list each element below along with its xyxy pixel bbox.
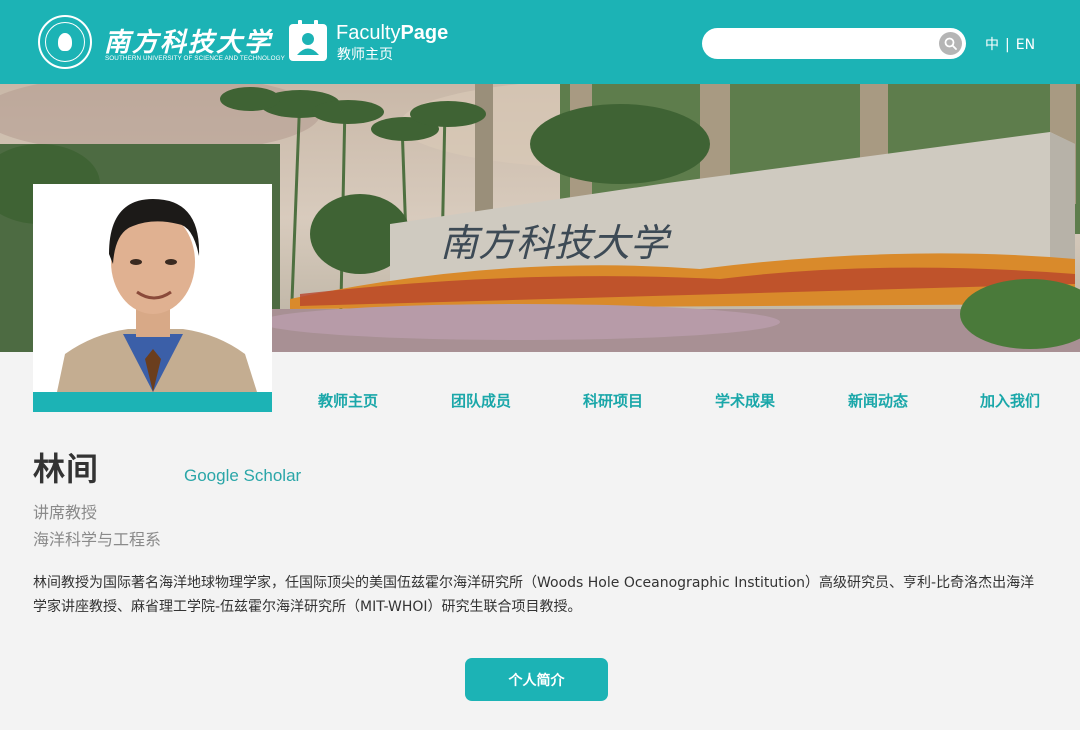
nav-item-publications[interactable]: 学术成果 [715, 390, 775, 411]
lang-cn-link[interactable]: 中 [985, 37, 999, 53]
lang-en-link[interactable]: EN [1016, 37, 1035, 53]
faculty-title: 讲席教授 [33, 503, 98, 522]
search-button[interactable] [939, 32, 962, 55]
lang-separator: | [1005, 37, 1010, 53]
site-header: 南方科技大学 SOUTHERN UNIVERSITY OF SCIENCE AN… [0, 0, 1080, 84]
search-icon [944, 37, 957, 50]
nav-item-join-us[interactable]: 加入我们 [980, 390, 1040, 411]
university-name-en: SOUTHERN UNIVERSITY OF SCIENCE AND TECHN… [105, 55, 285, 62]
facultypage-title-bold: Page [400, 22, 449, 44]
facultypage-title: FacultyPage [336, 22, 448, 45]
nav-item-home[interactable]: 教师主页 [318, 390, 378, 411]
university-seal-icon[interactable] [38, 15, 92, 69]
university-name-cn[interactable]: 南方科技大学 [104, 22, 272, 59]
facultypage-title-light: Faculty [336, 22, 401, 44]
profile-photo-image [33, 184, 272, 392]
faculty-department: 海洋科学与工程系 [33, 530, 162, 549]
profile-photo [33, 184, 272, 412]
faculty-bio: 林间教授为国际著名海洋地球物理学家，任国际顶尖的美国伍兹霍尔海洋研究所（Wood… [33, 575, 1035, 615]
search-input[interactable] [716, 34, 930, 54]
language-switcher: 中 | EN [985, 34, 1035, 54]
search-box [702, 28, 966, 59]
personal-profile-button[interactable]: 个人简介 [465, 658, 608, 701]
facultypage-subtitle: 教师主页 [337, 47, 393, 63]
profile-nav: 教师主页 团队成员 科研项目 学术成果 新闻动态 加入我们 [0, 390, 1080, 414]
nav-item-projects[interactable]: 科研项目 [583, 390, 643, 411]
banner-stone-text: 南方科技大学 [440, 221, 672, 265]
google-scholar-link[interactable]: Google Scholar [184, 466, 301, 486]
nav-item-news[interactable]: 新闻动态 [848, 390, 908, 411]
nav-item-team[interactable]: 团队成员 [451, 390, 511, 411]
faculty-page-icon [289, 20, 327, 61]
faculty-name: 林间 [33, 450, 100, 488]
